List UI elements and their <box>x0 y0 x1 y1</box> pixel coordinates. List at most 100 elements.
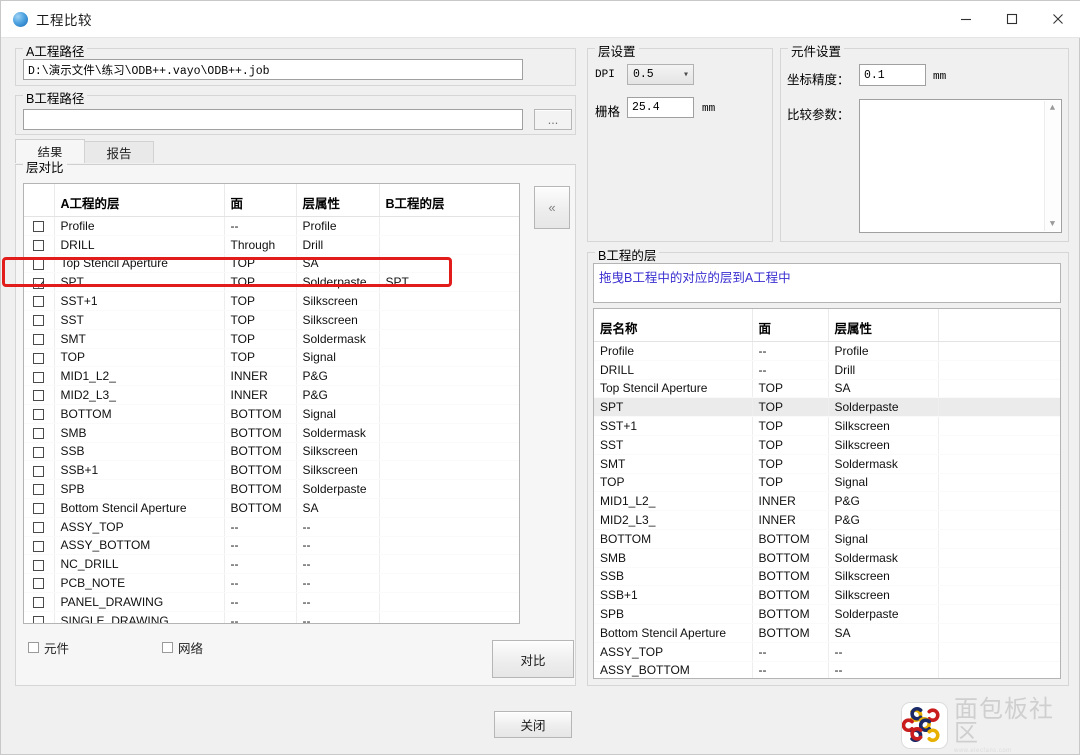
table-row[interactable]: PANEL_DRAWING -- -- <box>24 592 519 612</box>
table-row[interactable]: SSB BOTTOM Silkscreen <box>594 567 1060 587</box>
precision-input[interactable]: 0.1 <box>859 64 926 86</box>
checkbox-icon[interactable] <box>33 540 45 552</box>
table-row[interactable]: NC_DRILL -- -- <box>24 554 519 575</box>
close-button[interactable]: 关闭 <box>494 711 572 738</box>
path-a-input[interactable]: D:\演示文件\练习\ODB++.vayo\ODB++.job <box>23 59 523 80</box>
checkbox-icon[interactable] <box>33 258 45 270</box>
table-row[interactable]: SMT TOP Soldermask <box>24 329 519 349</box>
table-row[interactable]: SSB+1 BOTTOM Silkscreen <box>594 585 1060 606</box>
row-checkbox-cell[interactable] <box>24 573 55 593</box>
checkbox-icon[interactable] <box>33 559 45 571</box>
network-option-checkbox[interactable]: 网络 <box>162 638 203 657</box>
scroll-down-icon[interactable]: ▼ <box>1050 217 1055 231</box>
table-row[interactable]: MID2_L3_ INNER P&G <box>24 385 519 405</box>
row-checkbox-cell[interactable] <box>24 554 55 575</box>
compare-params-textarea[interactable]: ▲ ▼ <box>859 99 1062 233</box>
table-row[interactable]: ASSY_BOTTOM -- -- <box>24 536 519 556</box>
table-row[interactable]: ASSY_TOP -- -- <box>594 642 1060 662</box>
table-row[interactable]: Bottom Stencil Aperture BOTTOM SA <box>24 498 519 518</box>
move-to-a-button[interactable]: « <box>534 186 570 229</box>
row-checkbox-cell[interactable] <box>24 291 55 311</box>
table-row[interactable]: SST+1 TOP Silkscreen <box>594 416 1060 436</box>
row-checkbox-cell[interactable] <box>24 235 55 255</box>
checkbox-icon[interactable] <box>33 521 45 533</box>
row-checkbox-cell[interactable] <box>24 329 55 349</box>
table-row[interactable]: PCB_NOTE -- -- <box>24 573 519 593</box>
minimize-icon[interactable] <box>943 1 989 37</box>
dpi-select[interactable]: 0.5 ▾ <box>627 64 694 85</box>
table-row[interactable]: DRILL -- Drill <box>594 360 1060 380</box>
table-row[interactable]: MID1_L2_ INNER P&G <box>24 366 519 387</box>
path-b-input[interactable] <box>23 109 523 130</box>
checkbox-icon[interactable] <box>33 578 45 590</box>
row-checkbox-cell[interactable] <box>24 272 55 293</box>
compare-button[interactable]: 对比 <box>492 640 574 678</box>
table-row[interactable]: Profile -- Profile <box>24 216 519 236</box>
table-row[interactable]: BOTTOM BOTTOM Signal <box>594 529 1060 549</box>
layers-b-list[interactable]: 层名称 面 层属性 Profile -- Profile DRILL -- Drill To… <box>593 308 1061 679</box>
table-row[interactable]: BOTTOM BOTTOM Signal <box>24 404 519 424</box>
grid-input[interactable]: 25.4 <box>627 97 694 118</box>
checkbox-icon[interactable] <box>33 315 45 327</box>
checkbox-icon[interactable] <box>33 221 45 233</box>
row-checkbox-cell[interactable] <box>24 592 55 612</box>
layer-compare-list[interactable]: A工程的层 面 层属性 B工程的层 Profile -- Profile DRILL T… <box>23 183 520 624</box>
checkbox-icon[interactable] <box>33 296 45 308</box>
checkbox-icon[interactable] <box>33 484 45 496</box>
table-row[interactable]: ASSY_TOP -- -- <box>24 517 519 537</box>
row-checkbox-cell[interactable] <box>24 348 55 368</box>
row-checkbox-cell[interactable] <box>24 310 55 330</box>
checkbox-icon[interactable] <box>33 390 45 402</box>
checkbox-icon[interactable] <box>33 503 45 515</box>
row-checkbox-cell[interactable] <box>24 366 55 387</box>
checkbox-icon[interactable] <box>33 615 45 623</box>
table-row[interactable]: ASSY_BOTTOM -- -- <box>594 661 1060 678</box>
table-row[interactable]: SST TOP Silkscreen <box>594 435 1060 455</box>
table-row[interactable]: DRILL Through Drill <box>24 235 519 255</box>
checkbox-icon[interactable] <box>33 240 45 252</box>
checkbox-icon[interactable] <box>33 334 45 345</box>
table-row[interactable]: Top Stencil Aperture TOP SA <box>594 379 1060 399</box>
checkbox-icon[interactable] <box>33 409 45 421</box>
table-row[interactable]: SPB BOTTOM Solderpaste <box>24 479 519 499</box>
table-row[interactable]: SSB+1 BOTTOM Silkscreen <box>24 460 519 481</box>
checkbox-icon[interactable] <box>33 597 45 609</box>
table-row[interactable]: MID2_L3_ INNER P&G <box>594 510 1060 530</box>
component-option-checkbox[interactable]: 元件 <box>28 638 69 657</box>
checkbox-icon[interactable] <box>33 465 45 477</box>
compare-params-scrollbar[interactable]: ▲ ▼ <box>1044 101 1060 231</box>
row-checkbox-cell[interactable] <box>24 498 55 518</box>
tab-report[interactable]: 报告 <box>84 141 154 163</box>
maximize-icon[interactable] <box>989 1 1035 37</box>
table-row[interactable]: SMT TOP Soldermask <box>594 454 1060 474</box>
table-row[interactable]: SMB BOTTOM Soldermask <box>594 548 1060 568</box>
row-checkbox-cell[interactable] <box>24 460 55 481</box>
table-row[interactable]: Bottom Stencil Aperture BOTTOM SA <box>594 623 1060 643</box>
table-row[interactable]: SSB BOTTOM Silkscreen <box>24 442 519 462</box>
row-checkbox-cell[interactable] <box>24 517 55 537</box>
checkbox-icon[interactable] <box>33 446 45 458</box>
table-row[interactable]: TOP TOP Signal <box>24 348 519 368</box>
scroll-up-icon[interactable]: ▲ <box>1050 101 1055 115</box>
row-checkbox-cell[interactable] <box>24 254 55 274</box>
row-checkbox-cell[interactable] <box>24 404 55 424</box>
row-checkbox-cell[interactable] <box>24 611 55 623</box>
table-row[interactable]: SPB BOTTOM Solderpaste <box>594 604 1060 624</box>
table-row[interactable]: SST TOP Silkscreen <box>24 310 519 330</box>
table-row[interactable]: Profile -- Profile <box>594 341 1060 361</box>
row-checkbox-cell[interactable] <box>24 385 55 405</box>
table-row[interactable]: MID1_L2_ INNER P&G <box>594 491 1060 512</box>
table-row[interactable]: SST+1 TOP Silkscreen <box>24 291 519 311</box>
table-row[interactable]: SPT TOP Solderpaste <box>594 397 1060 418</box>
row-checkbox-cell[interactable] <box>24 479 55 499</box>
table-row[interactable]: Top Stencil Aperture TOP SA <box>24 254 519 274</box>
checkbox-checked-icon[interactable] <box>33 277 45 289</box>
row-checkbox-cell[interactable] <box>24 423 55 443</box>
table-row[interactable]: SPT TOP Solderpaste SPT <box>24 272 519 293</box>
table-row[interactable]: SINGLE_DRAWING -- -- <box>24 611 519 623</box>
row-checkbox-cell[interactable] <box>24 536 55 556</box>
row-checkbox-cell[interactable] <box>24 216 55 236</box>
checkbox-icon[interactable] <box>33 352 45 364</box>
table-row[interactable]: TOP TOP Signal <box>594 473 1060 493</box>
table-row[interactable]: SMB BOTTOM Soldermask <box>24 423 519 443</box>
